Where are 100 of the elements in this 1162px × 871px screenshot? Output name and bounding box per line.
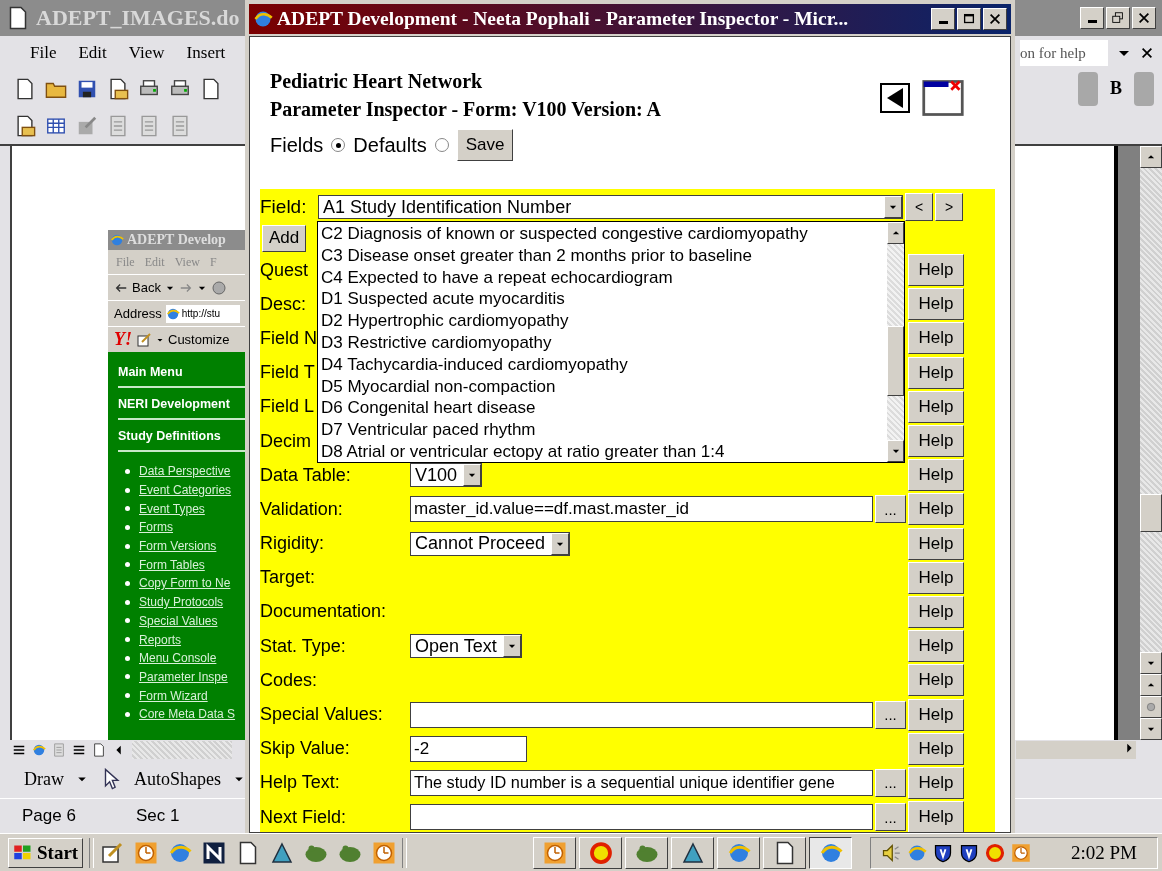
select-field[interactable]: Open Text	[410, 634, 522, 659]
square-icon[interactable]	[202, 840, 227, 865]
dropdown-option[interactable]: D5 Myocardial non-compaction	[318, 375, 887, 398]
help-button[interactable]: Help	[908, 527, 964, 560]
minimize-button[interactable]	[1080, 7, 1104, 29]
clock-icon[interactable]	[134, 840, 159, 865]
autoshapes-menu[interactable]: AutoShapes	[134, 768, 221, 790]
field-select[interactable]: A1 Study Identification Number	[318, 195, 903, 219]
menu-item[interactable]: Insert	[186, 43, 226, 63]
help-button[interactable]: Help	[908, 322, 964, 355]
nav-link[interactable]: Form Versions	[139, 539, 217, 554]
start-button[interactable]: Start	[8, 837, 84, 868]
input-field[interactable]: The study ID number is a sequential unique identifier gene	[410, 769, 873, 796]
outline-view-icon[interactable]	[72, 743, 86, 757]
more-button[interactable]: ...	[875, 768, 906, 797]
help-button[interactable]: Help	[908, 766, 964, 799]
help-button[interactable]: Help	[908, 459, 964, 492]
help-button[interactable]: Help	[908, 390, 964, 423]
radio-button[interactable]	[434, 138, 449, 152]
close-button[interactable]	[1132, 7, 1156, 29]
bold-button[interactable]: B	[1110, 78, 1122, 99]
clock-icon[interactable]	[372, 840, 397, 865]
radio-button[interactable]	[331, 138, 346, 152]
draw-menu[interactable]: Draw	[24, 768, 64, 790]
dropdown-list[interactable]	[317, 221, 905, 463]
ring-icon[interactable]	[985, 842, 1006, 863]
minimize-button[interactable]	[931, 8, 955, 30]
help-button[interactable]: Help	[908, 698, 964, 731]
nav-link[interactable]: Copy Form to Ne	[139, 576, 231, 591]
toolbar-handle[interactable]	[1078, 71, 1098, 106]
dropdown-option[interactable]: D1 Suspected acute myocarditis	[318, 288, 887, 311]
select-field[interactable]: V100	[410, 463, 483, 488]
shield-icon[interactable]	[959, 842, 980, 863]
nav-link[interactable]: Form Wizard	[139, 688, 208, 703]
nav-link[interactable]: Data Perspective	[139, 464, 231, 479]
dropdown-option[interactable]: D8 Atrial or ventricular ectopy at ratio greater than 1:4	[318, 440, 887, 463]
help-button[interactable]: Help	[908, 561, 964, 594]
menu-item[interactable]: View	[128, 43, 165, 63]
web-view-icon[interactable]	[32, 743, 46, 757]
nav-link[interactable]: Special Values	[139, 613, 218, 628]
scrollbar[interactable]	[1140, 146, 1162, 740]
nav-link[interactable]: Form Tables	[139, 557, 205, 572]
close-icon[interactable]	[1140, 46, 1154, 60]
previous-button[interactable]: <	[905, 193, 933, 221]
scrollbar[interactable]	[132, 741, 232, 759]
nav-link[interactable]: Event Categories	[139, 483, 232, 498]
maximize-button[interactable]	[957, 8, 981, 30]
scroll-thumb[interactable]	[887, 326, 904, 396]
notepad-icon[interactable]	[100, 840, 125, 865]
envelope-document-icon[interactable]	[14, 114, 36, 137]
address-field[interactable]: http://stu	[165, 304, 241, 323]
shield-icon[interactable]	[933, 842, 954, 863]
nav-link[interactable]: Core Meta Data S	[139, 707, 236, 722]
help-button[interactable]: Help	[908, 732, 964, 765]
help-button[interactable]: Help	[908, 664, 964, 697]
dropdown-option[interactable]: C4 Expected to have a repeat echocardiogram	[318, 266, 887, 289]
input-field[interactable]: master_id.value==df.mast.master_id	[410, 496, 873, 523]
save-button[interactable]: Save	[456, 129, 514, 161]
help-button[interactable]: Help	[908, 356, 964, 389]
speaker-icon[interactable]	[881, 842, 902, 863]
scroll-thumb[interactable]	[1140, 494, 1162, 532]
nav-link[interactable]: Study Protocols	[139, 595, 224, 610]
taskbar-button[interactable]	[809, 836, 853, 869]
triangle-icon[interactable]	[270, 840, 295, 865]
dropdown-option[interactable]: D3 Restrictive cardiomyopathy	[318, 332, 887, 354]
dropdown-option[interactable]: D7 Ventricular paced rhythm	[318, 419, 887, 441]
menu-item[interactable]: File	[30, 43, 57, 63]
reading-view-icon[interactable]	[92, 743, 106, 757]
dropdown-option[interactable]: C3 Disease onset greater than 2 months prior to baseline	[318, 244, 887, 267]
help-button[interactable]: Help	[908, 595, 964, 628]
more-button[interactable]: ...	[875, 700, 906, 729]
dropdown-option[interactable]: C2 Diagnosis of known or suspected congestive cardiomyopathy	[318, 223, 887, 245]
restore-button[interactable]	[1106, 7, 1130, 29]
help-button[interactable]: Help	[908, 425, 964, 458]
help-search-field[interactable]: on for help	[1020, 40, 1108, 66]
normal-view-icon[interactable]	[12, 743, 26, 757]
nav-link[interactable]: Menu Console	[139, 651, 217, 666]
nav-link[interactable]: Reports	[139, 632, 182, 647]
stop-icon[interactable]	[210, 279, 227, 296]
nav-link[interactable]: Parameter Inspe	[139, 669, 228, 684]
customize-button[interactable]: Customize	[168, 332, 230, 347]
dropdown-option[interactable]: D6 Congenital heart disease	[318, 397, 887, 420]
help-button[interactable]: Help	[908, 288, 964, 321]
dropdown-option[interactable]: D2 Hypertrophic cardiomyopathy	[318, 310, 887, 332]
scrollbar[interactable]	[1016, 741, 1136, 759]
more-button[interactable]: ...	[875, 495, 906, 524]
clock-icon[interactable]	[1011, 842, 1032, 863]
scrollbar[interactable]	[887, 222, 904, 462]
add-button[interactable]: Add	[262, 224, 307, 252]
input-field[interactable]	[410, 804, 873, 831]
help-button[interactable]: Help	[908, 493, 964, 526]
dropdown-option[interactable]: D4 Tachycardia-induced cardiomyopathy	[318, 353, 887, 376]
menu-item[interactable]: Edit	[78, 43, 107, 63]
next-button[interactable]: >	[935, 193, 963, 221]
new-document-icon[interactable]	[200, 77, 222, 100]
input-field[interactable]	[410, 701, 873, 728]
document-icon[interactable]	[107, 77, 129, 100]
select-field[interactable]: Cannot Proceed	[410, 531, 571, 556]
help-button[interactable]: Help	[908, 254, 964, 287]
nav-link[interactable]: Event Types	[139, 501, 205, 516]
